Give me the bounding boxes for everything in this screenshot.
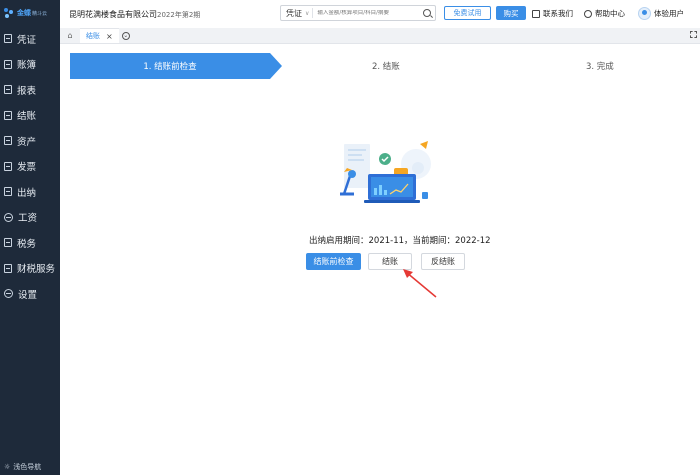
light-nav-toggle[interactable]: ☼ 浅色导航 [4, 462, 41, 472]
step-complete: 3. 完成 [586, 62, 614, 72]
sidebar-item-label: 资产 [17, 136, 37, 148]
sidebar-item-label: 发票 [17, 162, 37, 174]
search-box: 凭证 ∨ [280, 5, 436, 21]
user-name: 体验用户 [654, 9, 684, 18]
tab-closing[interactable]: 结账 × [80, 28, 119, 43]
search-type-select[interactable]: 凭证 [281, 8, 305, 19]
sidebar-item-cashier[interactable]: 出纳 [0, 179, 60, 205]
app-logo[interactable]: 金蝶精斗云 [0, 0, 60, 26]
contact-us-label: 联系我们 [543, 9, 573, 18]
sidebar: 金蝶精斗云 凭证 账簿 报表 结账 资产 发票 出纳 工资 税务 财税服务 设置… [0, 0, 60, 475]
buy-button[interactable]: 购买 [496, 6, 526, 20]
tax-icon [4, 238, 12, 248]
contact-icon [532, 9, 540, 18]
salary-icon [4, 212, 13, 222]
sidebar-item-voucher[interactable]: 凭证 [0, 26, 60, 52]
sidebar-item-closing[interactable]: 结账 [0, 103, 60, 129]
sidebar-item-asset[interactable]: 资产 [0, 128, 60, 154]
sidebar-item-label: 税务 [17, 238, 37, 250]
finance-service-icon [4, 263, 12, 273]
free-trial-button[interactable]: 免费试用 [444, 6, 491, 20]
sidebar-item-ledger[interactable]: 账簿 [0, 52, 60, 78]
home-icon[interactable]: ⌂ [60, 28, 80, 43]
sidebar-item-label: 工资 [18, 213, 38, 225]
sidebar-item-tax[interactable]: 税务 [0, 230, 60, 256]
tab-bar: ⌂ 结账 × ⌄ [60, 28, 700, 44]
sidebar-item-label: 设置 [18, 289, 38, 301]
sidebar-item-salary[interactable]: 工资 [0, 205, 60, 231]
sun-icon: ☼ [4, 463, 11, 471]
precheck-button[interactable]: 结账前检查 [306, 253, 361, 270]
step-precheck: 1. 结账前检查 [70, 53, 282, 79]
help-center-label: 帮助中心 [595, 9, 625, 18]
search-input[interactable] [313, 10, 419, 16]
report-icon [4, 85, 12, 95]
voucher-icon [4, 34, 12, 44]
accounting-period: 2022年第2期 [157, 10, 201, 19]
top-header: 昆明花满楼食品有限公司2022年第2期 凭证 ∨ 免费试用 购买 联系我们 帮助… [60, 0, 700, 28]
sidebar-item-label: 报表 [17, 85, 37, 97]
contact-us-link[interactable]: 联系我们 [532, 8, 573, 19]
main-content: 1. 结账前检查 2. 结账 3. 完成 出纳启用期间：2021-11，当前期间… [60, 44, 700, 475]
cashier-icon [4, 187, 12, 197]
sidebar-item-label: 出纳 [17, 187, 37, 199]
more-icon: ⌄ [121, 31, 130, 40]
sidebar-item-label: 账簿 [17, 60, 37, 72]
tab-label: 结账 [86, 32, 100, 40]
ledger-icon [4, 59, 12, 69]
invoice-icon [4, 161, 12, 171]
search-icon[interactable] [423, 9, 431, 17]
company-info[interactable]: 昆明花满楼食品有限公司2022年第2期 [69, 9, 200, 20]
user-menu[interactable]: 体验用户 [638, 7, 684, 20]
settings-icon [4, 289, 13, 299]
sidebar-item-label: 凭证 [17, 34, 37, 46]
sidebar-item-finance-service[interactable]: 财税服务 [0, 256, 60, 282]
logo-text: 金蝶精斗云 [17, 9, 48, 17]
sidebar-nav: 凭证 账簿 报表 结账 资产 发票 出纳 工资 税务 财税服务 设置 [0, 26, 60, 307]
sidebar-item-settings[interactable]: 设置 [0, 281, 60, 307]
logo-mark-icon [4, 8, 14, 18]
red-arrow-annotation [403, 269, 437, 298]
sidebar-item-label: 结账 [17, 111, 37, 123]
fullscreen-icon[interactable] [690, 31, 697, 38]
closing-icon [4, 110, 12, 120]
step-bar: 1. 结账前检查 2. 结账 3. 完成 [70, 53, 690, 79]
closing-illustration [340, 141, 431, 203]
status-text: 出纳启用期间：2021-11，当前期间：2022-12 [309, 236, 491, 246]
sidebar-item-invoice[interactable]: 发票 [0, 154, 60, 180]
chevron-down-icon[interactable]: ∨ [305, 10, 309, 17]
company-name: 昆明花满楼食品有限公司 [69, 9, 157, 19]
close-icon[interactable]: × [106, 32, 113, 41]
help-center-link[interactable]: 帮助中心 [584, 8, 625, 19]
step-close: 2. 结账 [372, 62, 400, 72]
asset-icon [4, 136, 12, 146]
tab-more-button[interactable]: ⌄ [119, 28, 133, 43]
sidebar-item-label: 财税服务 [17, 264, 56, 276]
light-nav-label: 浅色导航 [13, 463, 42, 471]
compass-icon [584, 9, 592, 18]
sidebar-item-report[interactable]: 报表 [0, 77, 60, 103]
avatar [638, 7, 651, 20]
